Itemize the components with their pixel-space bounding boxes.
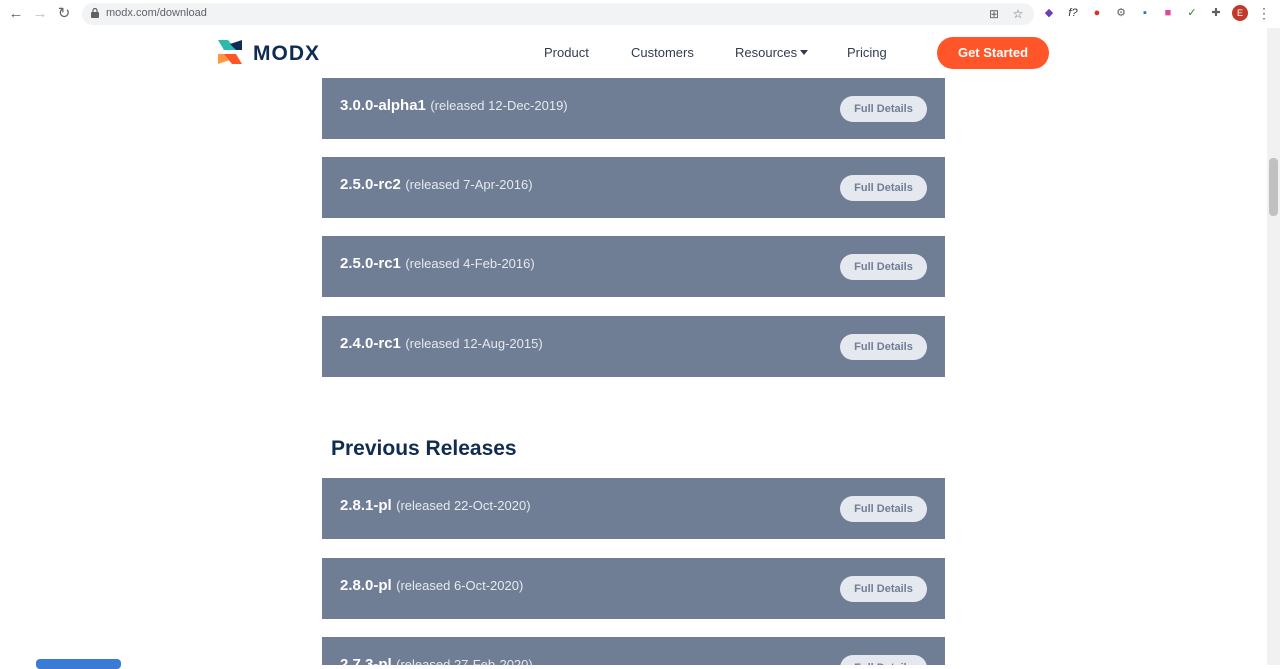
bookmark-star-icon[interactable]: ☆ xyxy=(1011,7,1025,21)
site-header: MODX Product Customers Resources Pricing… xyxy=(0,28,1267,78)
release-version: 2.5.0-rc2 xyxy=(340,176,401,193)
puzzle-icon[interactable]: ✚ xyxy=(1209,6,1223,20)
release-version: 3.0.0-alpha1 xyxy=(340,97,426,114)
profile-avatar[interactable]: E xyxy=(1232,5,1248,21)
reload-icon[interactable]: ↻ xyxy=(55,5,73,23)
release-version: 2.5.0-rc1 xyxy=(340,255,401,272)
save-icon[interactable]: ▪ xyxy=(1138,6,1152,20)
release-date: (released 6-Oct-2020) xyxy=(396,578,524,593)
get-started-button[interactable]: Get Started xyxy=(937,37,1049,69)
full-details-button[interactable]: Full Details xyxy=(840,254,927,280)
logo-text[interactable]: MODX xyxy=(253,42,320,66)
gear-icon[interactable]: ⚙ xyxy=(1114,6,1128,20)
full-details-button[interactable]: Full Details xyxy=(840,655,927,665)
nav-product[interactable]: Product xyxy=(544,45,589,60)
release-version: 2.8.0-pl xyxy=(340,577,392,594)
translate-icon[interactable]: ⊞ xyxy=(987,7,1001,21)
release-card: 2.7.3-pl (released 27-Feb-2020) Full Det… xyxy=(322,637,945,665)
caret-down-icon xyxy=(800,50,809,55)
release-card: 2.5.0-rc1 (released 4-Feb-2016) Full Det… xyxy=(322,236,945,297)
page-scrollbar[interactable] xyxy=(1267,28,1280,665)
nav-resources[interactable]: Resources xyxy=(735,45,809,60)
previous-releases-heading: Previous Releases xyxy=(331,437,517,460)
scrollbar-thumb[interactable] xyxy=(1269,158,1278,216)
full-details-button[interactable]: Full Details xyxy=(840,175,927,201)
release-card: 2.8.0-pl (released 6-Oct-2020) Full Deta… xyxy=(322,558,945,619)
nav-customers[interactable]: Customers xyxy=(631,45,694,60)
full-details-button[interactable]: Full Details xyxy=(840,496,927,522)
release-version: 2.4.0-rc1 xyxy=(340,335,401,352)
browser-toolbar: ← → ↻ modx.com/download ⊞ ☆ ◆ f? ● ⚙ ▪ ■… xyxy=(0,0,1280,29)
release-date: (released 7-Apr-2016) xyxy=(405,177,533,192)
gradient-icon[interactable]: ■ xyxy=(1161,6,1175,20)
lock-icon xyxy=(91,8,99,18)
full-details-button[interactable]: Full Details xyxy=(840,96,927,122)
record-icon[interactable]: ● xyxy=(1090,6,1104,20)
extension-icon[interactable]: ◆ xyxy=(1042,6,1056,20)
release-card: 2.5.0-rc2 (released 7-Apr-2016) Full Det… xyxy=(322,157,945,218)
address-bar[interactable]: modx.com/download ⊞ ☆ xyxy=(82,3,1034,25)
url-text: modx.com/download xyxy=(106,7,207,19)
release-card: 2.4.0-rc1 (released 12-Aug-2015) Full De… xyxy=(322,316,945,377)
release-card: 2.8.1-pl (released 22-Oct-2020) Full Det… xyxy=(322,478,945,539)
release-date: (released 4-Feb-2016) xyxy=(405,256,535,271)
nav-resources-label: Resources xyxy=(735,45,798,60)
back-icon[interactable]: ← xyxy=(7,5,25,23)
vue-icon[interactable]: ✓ xyxy=(1185,6,1199,20)
release-card: 3.0.0-alpha1 (released 12-Dec-2019) Full… xyxy=(322,78,945,139)
release-version: 2.8.1-pl xyxy=(340,497,392,514)
fx-icon[interactable]: f? xyxy=(1066,6,1080,20)
nav-pricing[interactable]: Pricing xyxy=(847,45,887,60)
release-date: (released 12-Dec-2019) xyxy=(430,98,568,113)
forward-icon[interactable]: → xyxy=(31,5,49,23)
release-version: 2.7.3-pl xyxy=(340,656,392,665)
full-details-button[interactable]: Full Details xyxy=(840,576,927,602)
full-details-button[interactable]: Full Details xyxy=(840,334,927,360)
chat-widget-button[interactable] xyxy=(36,659,121,669)
modx-logo-icon[interactable] xyxy=(216,38,244,66)
release-date: (released 12-Aug-2015) xyxy=(405,336,543,351)
release-date: (released 22-Oct-2020) xyxy=(396,498,531,513)
release-date: (released 27-Feb-2020) xyxy=(396,657,533,665)
more-menu-icon[interactable]: ⋮ xyxy=(1257,5,1271,21)
